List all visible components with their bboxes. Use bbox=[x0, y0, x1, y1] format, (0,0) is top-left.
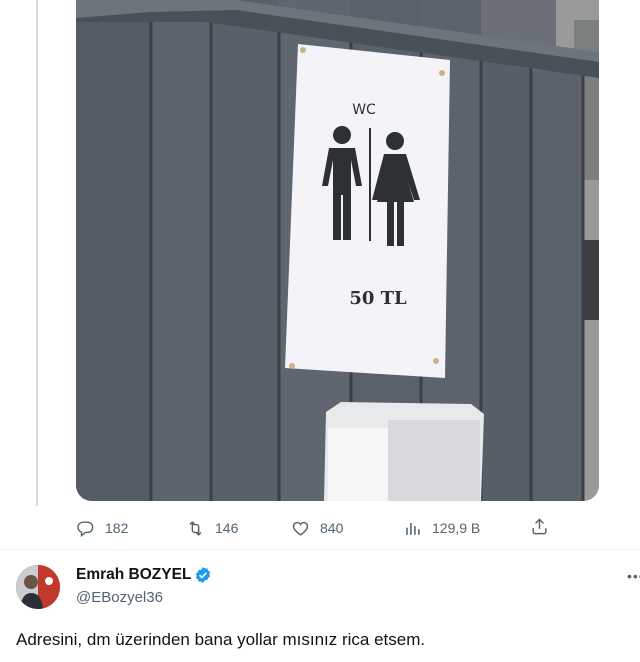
verified-badge-icon bbox=[196, 567, 211, 583]
retweet-count: 146 bbox=[215, 520, 239, 536]
author-name-row: Emrah BOZYEL bbox=[76, 566, 212, 584]
photo-wooden-booth: WC 50 TL bbox=[76, 0, 599, 501]
like-count: 840 bbox=[320, 520, 344, 536]
sign-price-text: 50 TL bbox=[349, 288, 407, 309]
views-button[interactable]: 129,9 B bbox=[403, 519, 538, 538]
reply-count: 182 bbox=[105, 520, 129, 536]
share-icon bbox=[532, 518, 547, 535]
sign-wc-text: WC bbox=[352, 102, 376, 118]
tweet-divider bbox=[0, 549, 640, 550]
tweet-text: Adresini, dm üzerinden bana yollar mısın… bbox=[16, 630, 426, 649]
reply-button[interactable]: 182 bbox=[76, 519, 186, 538]
retweet-button[interactable]: 146 bbox=[186, 519, 291, 538]
like-button[interactable]: 840 bbox=[291, 519, 403, 538]
views-count: 129,9 B bbox=[432, 520, 481, 536]
heart-icon bbox=[292, 521, 309, 536]
author-handle[interactable]: @EBozyel36 bbox=[76, 589, 163, 606]
tweet-action-bar: 182 146 840 129,9 B bbox=[76, 512, 556, 544]
reply-icon bbox=[77, 520, 94, 537]
author-display-name[interactable]: Emrah BOZYEL bbox=[76, 566, 191, 584]
views-icon bbox=[406, 522, 420, 535]
tweet-photo[interactable]: WC 50 TL bbox=[76, 0, 599, 501]
more-icon[interactable]: ••• bbox=[627, 568, 640, 584]
share-button[interactable] bbox=[530, 517, 549, 541]
avatar[interactable] bbox=[16, 565, 60, 609]
avatar-image bbox=[16, 565, 60, 609]
thread-line bbox=[36, 0, 38, 506]
retweet-icon bbox=[189, 520, 202, 536]
